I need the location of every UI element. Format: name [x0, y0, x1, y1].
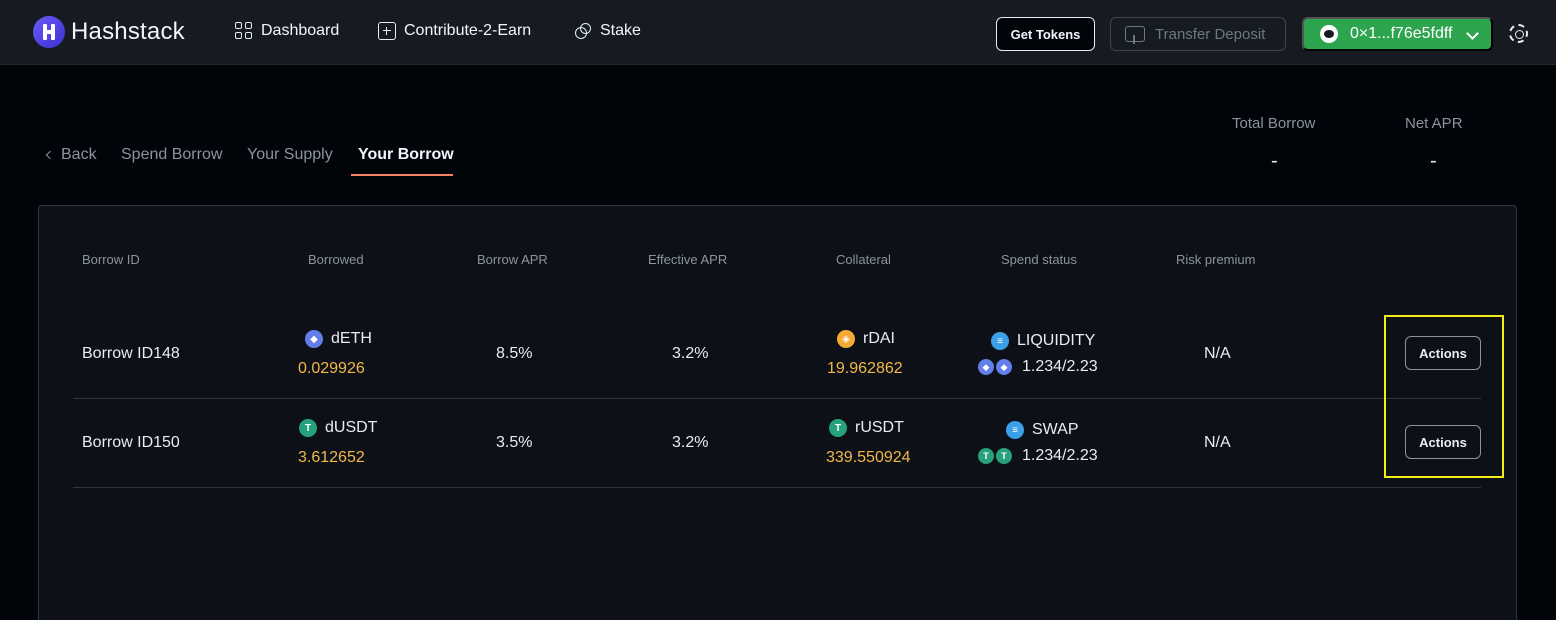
borrowed-token: T dUSDT: [299, 419, 377, 437]
usdt-icon: T: [829, 419, 847, 437]
nav-contribute-2-earn[interactable]: Contribute-2-Earn: [378, 22, 531, 40]
borrowed-amount: 3.612652: [298, 449, 365, 466]
total-borrow-label: Total Borrow: [1232, 115, 1316, 132]
nav-stake-label: Stake: [600, 22, 641, 39]
tab-your-supply[interactable]: Your Supply: [247, 146, 333, 164]
hashstack-logo-icon: [33, 16, 65, 48]
effective-apr: 3.2%: [672, 434, 709, 451]
collateral-token: ◈ rDAI: [837, 330, 895, 348]
collateral-token: T rUSDT: [829, 419, 904, 437]
usdt-icon: T: [978, 448, 994, 464]
nav-dashboard-label: Dashboard: [261, 22, 340, 39]
eth-icon: ◆: [305, 330, 323, 348]
spend-status-label: LIQUIDITY: [1017, 332, 1096, 349]
row-divider: [73, 487, 1481, 488]
back-button[interactable]: Back: [45, 146, 97, 164]
borrowed-token-name: dETH: [331, 330, 372, 347]
chevron-left-icon: [45, 150, 55, 160]
nav-dashboard[interactable]: Dashboard: [235, 22, 339, 40]
header-effective-apr: Effective APR: [648, 252, 728, 267]
eth-icon: ◆: [978, 359, 994, 375]
transfer-deposit-button[interactable]: Transfer Deposit: [1110, 17, 1286, 51]
token-pair-icons: ◆ ◆: [978, 359, 1012, 375]
header-borrow-apr: Borrow APR: [477, 252, 548, 267]
borrowed-amount: 0.029926: [298, 360, 365, 377]
spend-status: ≡ LIQUIDITY: [991, 332, 1095, 350]
total-borrow-value: -: [1271, 150, 1278, 172]
collateral-token-name: rUSDT: [855, 419, 904, 436]
token-pair-icons: T T: [978, 448, 1012, 464]
effective-apr: 3.2%: [672, 345, 709, 362]
plus-box-icon: [378, 22, 396, 40]
risk-premium: N/A: [1204, 434, 1231, 451]
transfer-deposit-label: Transfer Deposit: [1155, 25, 1266, 43]
tab-your-borrow[interactable]: Your Borrow: [358, 146, 454, 164]
collateral-token-name: rDAI: [863, 330, 895, 347]
spend-ratio: T T 1.234/2.23: [978, 447, 1098, 465]
header-borrowed: Borrowed: [308, 252, 364, 267]
header-borrow-id: Borrow ID: [82, 252, 140, 267]
usdt-icon: T: [996, 448, 1012, 464]
header-spend-status: Spend status: [1001, 252, 1077, 267]
net-apr-value: -: [1430, 150, 1437, 172]
usdt-icon: T: [299, 419, 317, 437]
spend-ratio: ◆ ◆ 1.234/2.23: [978, 358, 1098, 376]
row-divider: [73, 398, 1481, 399]
header-risk-premium: Risk premium: [1176, 252, 1256, 267]
active-tab-indicator: [351, 174, 453, 176]
risk-premium: N/A: [1204, 345, 1231, 362]
tab-spend-borrow[interactable]: Spend Borrow: [121, 146, 222, 164]
transfer-icon: [1125, 26, 1145, 44]
wallet-address: 0×1...f76e5fdff: [1350, 25, 1453, 42]
collateral-amount: 19.962862: [827, 360, 903, 377]
grid-icon: [235, 22, 253, 40]
top-navbar: Hashstack Dashboard Contribute-2-Earn St…: [0, 0, 1556, 65]
borrow-id: Borrow ID150: [82, 434, 180, 451]
coins-icon: [574, 22, 592, 40]
spend-ratio-value: 1.234/2.23: [1022, 358, 1098, 375]
jediswap-icon: ≡: [991, 332, 1009, 350]
app-name: Hashstack: [71, 18, 185, 45]
dai-icon: ◈: [837, 330, 855, 348]
nav-contribute-label: Contribute-2-Earn: [404, 22, 532, 39]
wallet-button[interactable]: 0×1...f76e5fdff: [1302, 17, 1493, 51]
borrow-apr: 8.5%: [496, 345, 533, 362]
chevron-down-icon: [1466, 27, 1479, 40]
jediswap-icon: ≡: [1006, 421, 1024, 439]
spend-status-label: SWAP: [1032, 421, 1079, 438]
spend-ratio-value: 1.234/2.23: [1022, 447, 1098, 464]
header-collateral: Collateral: [836, 252, 891, 267]
nav-stake[interactable]: Stake: [574, 22, 641, 40]
logo[interactable]: Hashstack: [33, 16, 185, 48]
net-apr-label: Net APR: [1405, 115, 1463, 132]
eth-icon: ◆: [996, 359, 1012, 375]
borrow-table-panel: [38, 205, 1517, 620]
borrow-id: Borrow ID148: [82, 345, 180, 362]
borrow-apr: 3.5%: [496, 434, 533, 451]
back-label: Back: [61, 146, 97, 163]
borrowed-token: ◆ dETH: [305, 330, 372, 348]
gear-icon[interactable]: [1509, 24, 1528, 43]
wallet-icon: [1320, 25, 1338, 43]
actions-highlight-box: [1384, 315, 1504, 478]
collateral-amount: 339.550924: [826, 449, 911, 466]
borrowed-token-name: dUSDT: [325, 419, 378, 436]
spend-status: ≡ SWAP: [1006, 421, 1079, 439]
get-tokens-button[interactable]: Get Tokens: [996, 17, 1095, 51]
